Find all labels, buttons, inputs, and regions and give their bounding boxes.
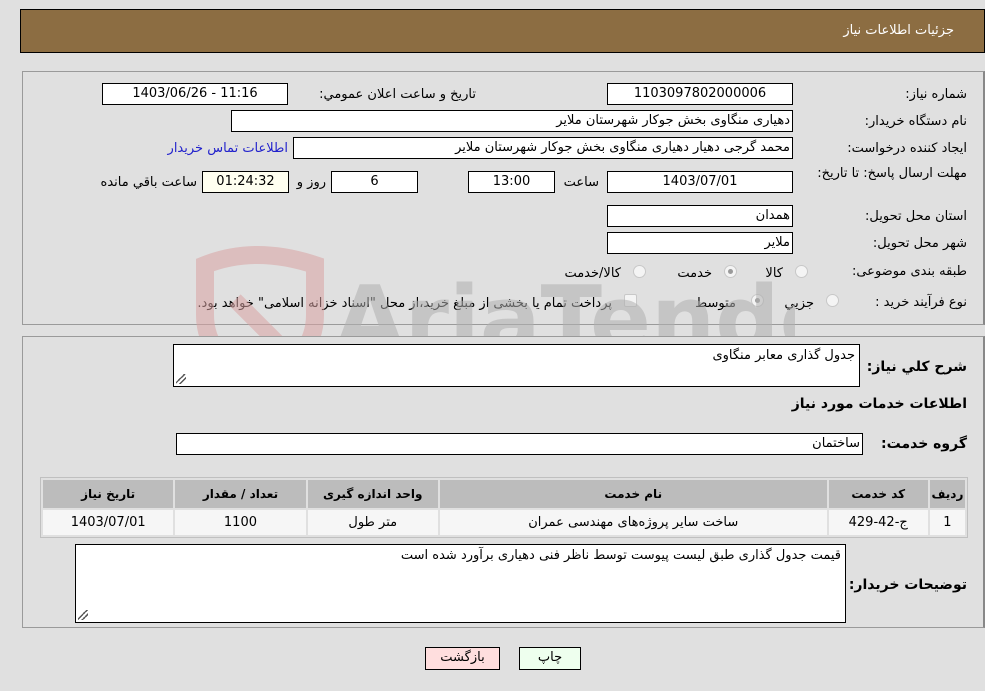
service-group-label: گروه خدمت: — [881, 436, 967, 452]
buyer-org-label: نام دستگاه خریدار: — [864, 114, 967, 129]
province-label: استان محل تحویل: — [865, 209, 967, 224]
requester-field[interactable]: محمد گرجی دهیار دهیاری منگاوی بخش جوکار … — [293, 137, 793, 159]
city-label: شهر محل تحویل: — [872, 236, 967, 251]
col-row-number: ردیف — [929, 480, 965, 508]
resize-grip-icon[interactable] — [176, 374, 186, 384]
cell-row-number: 1 — [929, 510, 965, 535]
deadline-time-label: ساعت — [563, 175, 599, 190]
page-title: جزئیات اطلاعات نیاز — [843, 23, 954, 38]
cell-service-code: ج-42-429 — [828, 510, 928, 535]
summary-textarea[interactable]: جدول گذاری معابر منگاوی — [173, 344, 860, 387]
table-row: 1 ج-42-429 ساخت سایر پروژه‌های مهندسی عم… — [43, 510, 965, 535]
summary-text: جدول گذاری معابر منگاوی — [712, 348, 855, 363]
category-radio-goods-service[interactable] — [633, 265, 646, 278]
cell-unit: متر طول — [307, 510, 438, 535]
category-label: طبقه بندی موضوعی: — [851, 264, 967, 279]
buyer-notes-textarea[interactable]: قیمت جدول گذاری طبق لیست پیوست توسط ناظر… — [75, 544, 846, 623]
summary-label: شرح کلي نیاز: — [866, 359, 967, 375]
print-button[interactable]: چاپ — [519, 647, 581, 670]
purchase-option-minor: جزيي — [784, 296, 814, 311]
service-group-field[interactable]: ساختمان — [176, 433, 863, 455]
cell-need-date: 1403/07/01 — [43, 510, 174, 535]
buyer-notes-label: توضیحات خریدار: — [848, 577, 967, 593]
buyer-org-field[interactable]: دهیاری منگاوی بخش جوکار شهرستان ملایر — [231, 110, 793, 132]
city-field[interactable]: ملایر — [607, 232, 793, 254]
buyer-notes-text: قیمت جدول گذاری طبق لیست پیوست توسط ناظر… — [400, 548, 841, 563]
treasury-note: پرداخت تمام یا بخشی از مبلغ خرید،از محل … — [197, 296, 612, 311]
services-table: ردیف کد خدمت نام خدمت واحد اندازه گیری ت… — [40, 477, 968, 538]
category-option-goods: کالا — [765, 266, 783, 281]
category-option-goods-service: کالا/خدمت — [564, 266, 621, 281]
cell-service-name: ساخت سایر پروژه‌های مهندسی عمران — [439, 510, 827, 535]
deadline-label: مهلت ارسال پاسخ: تا تاریخ: — [817, 166, 967, 181]
announce-datetime-field[interactable]: 1403/06/26 - 11:16 — [102, 83, 288, 105]
buyer-contact-link[interactable]: اطلاعات تماس خریدار — [168, 141, 288, 156]
announce-datetime-label: تاریخ و ساعت اعلان عمومي: — [319, 87, 476, 102]
purchase-type-label: نوع فرآیند خرید : — [875, 295, 967, 310]
days-remaining-field[interactable]: 6 — [331, 171, 418, 193]
category-radio-service[interactable] — [724, 265, 737, 278]
province-field[interactable]: همدان — [607, 205, 793, 227]
back-button[interactable]: بازگشت — [425, 647, 500, 670]
purchase-radio-medium[interactable] — [751, 294, 764, 307]
time-remaining-field: 01:24:32 — [202, 171, 289, 193]
page-header: جزئیات اطلاعات نیاز — [20, 9, 985, 53]
treasury-checkbox[interactable] — [624, 294, 637, 307]
category-radio-goods[interactable] — [795, 265, 808, 278]
need-number-field[interactable]: 1103097802000006 — [607, 83, 793, 105]
deadline-time-field[interactable]: 13:00 — [468, 171, 555, 193]
resize-grip-icon[interactable] — [78, 610, 88, 620]
col-quantity: تعداد / مقدار — [175, 480, 306, 508]
days-label: روز و — [296, 175, 326, 190]
need-number-label: شماره نیاز: — [905, 87, 967, 102]
purchase-radio-minor[interactable] — [826, 294, 839, 307]
col-need-date: تاریخ نیاز — [43, 480, 174, 508]
purchase-option-medium: متوسط — [695, 296, 736, 311]
category-option-service: خدمت — [677, 266, 712, 281]
time-remaining-label: ساعت باقي مانده — [100, 175, 197, 190]
requester-label: ایجاد کننده درخواست: — [847, 141, 967, 156]
table-header-row: ردیف کد خدمت نام خدمت واحد اندازه گیری ت… — [43, 480, 965, 508]
services-heading: اطلاعات خدمات مورد نیاز — [791, 396, 967, 412]
col-service-name: نام خدمت — [439, 480, 827, 508]
col-service-code: کد خدمت — [828, 480, 928, 508]
deadline-date-field[interactable]: 1403/07/01 — [607, 171, 793, 193]
cell-quantity: 1100 — [175, 510, 306, 535]
col-unit: واحد اندازه گیری — [307, 480, 438, 508]
